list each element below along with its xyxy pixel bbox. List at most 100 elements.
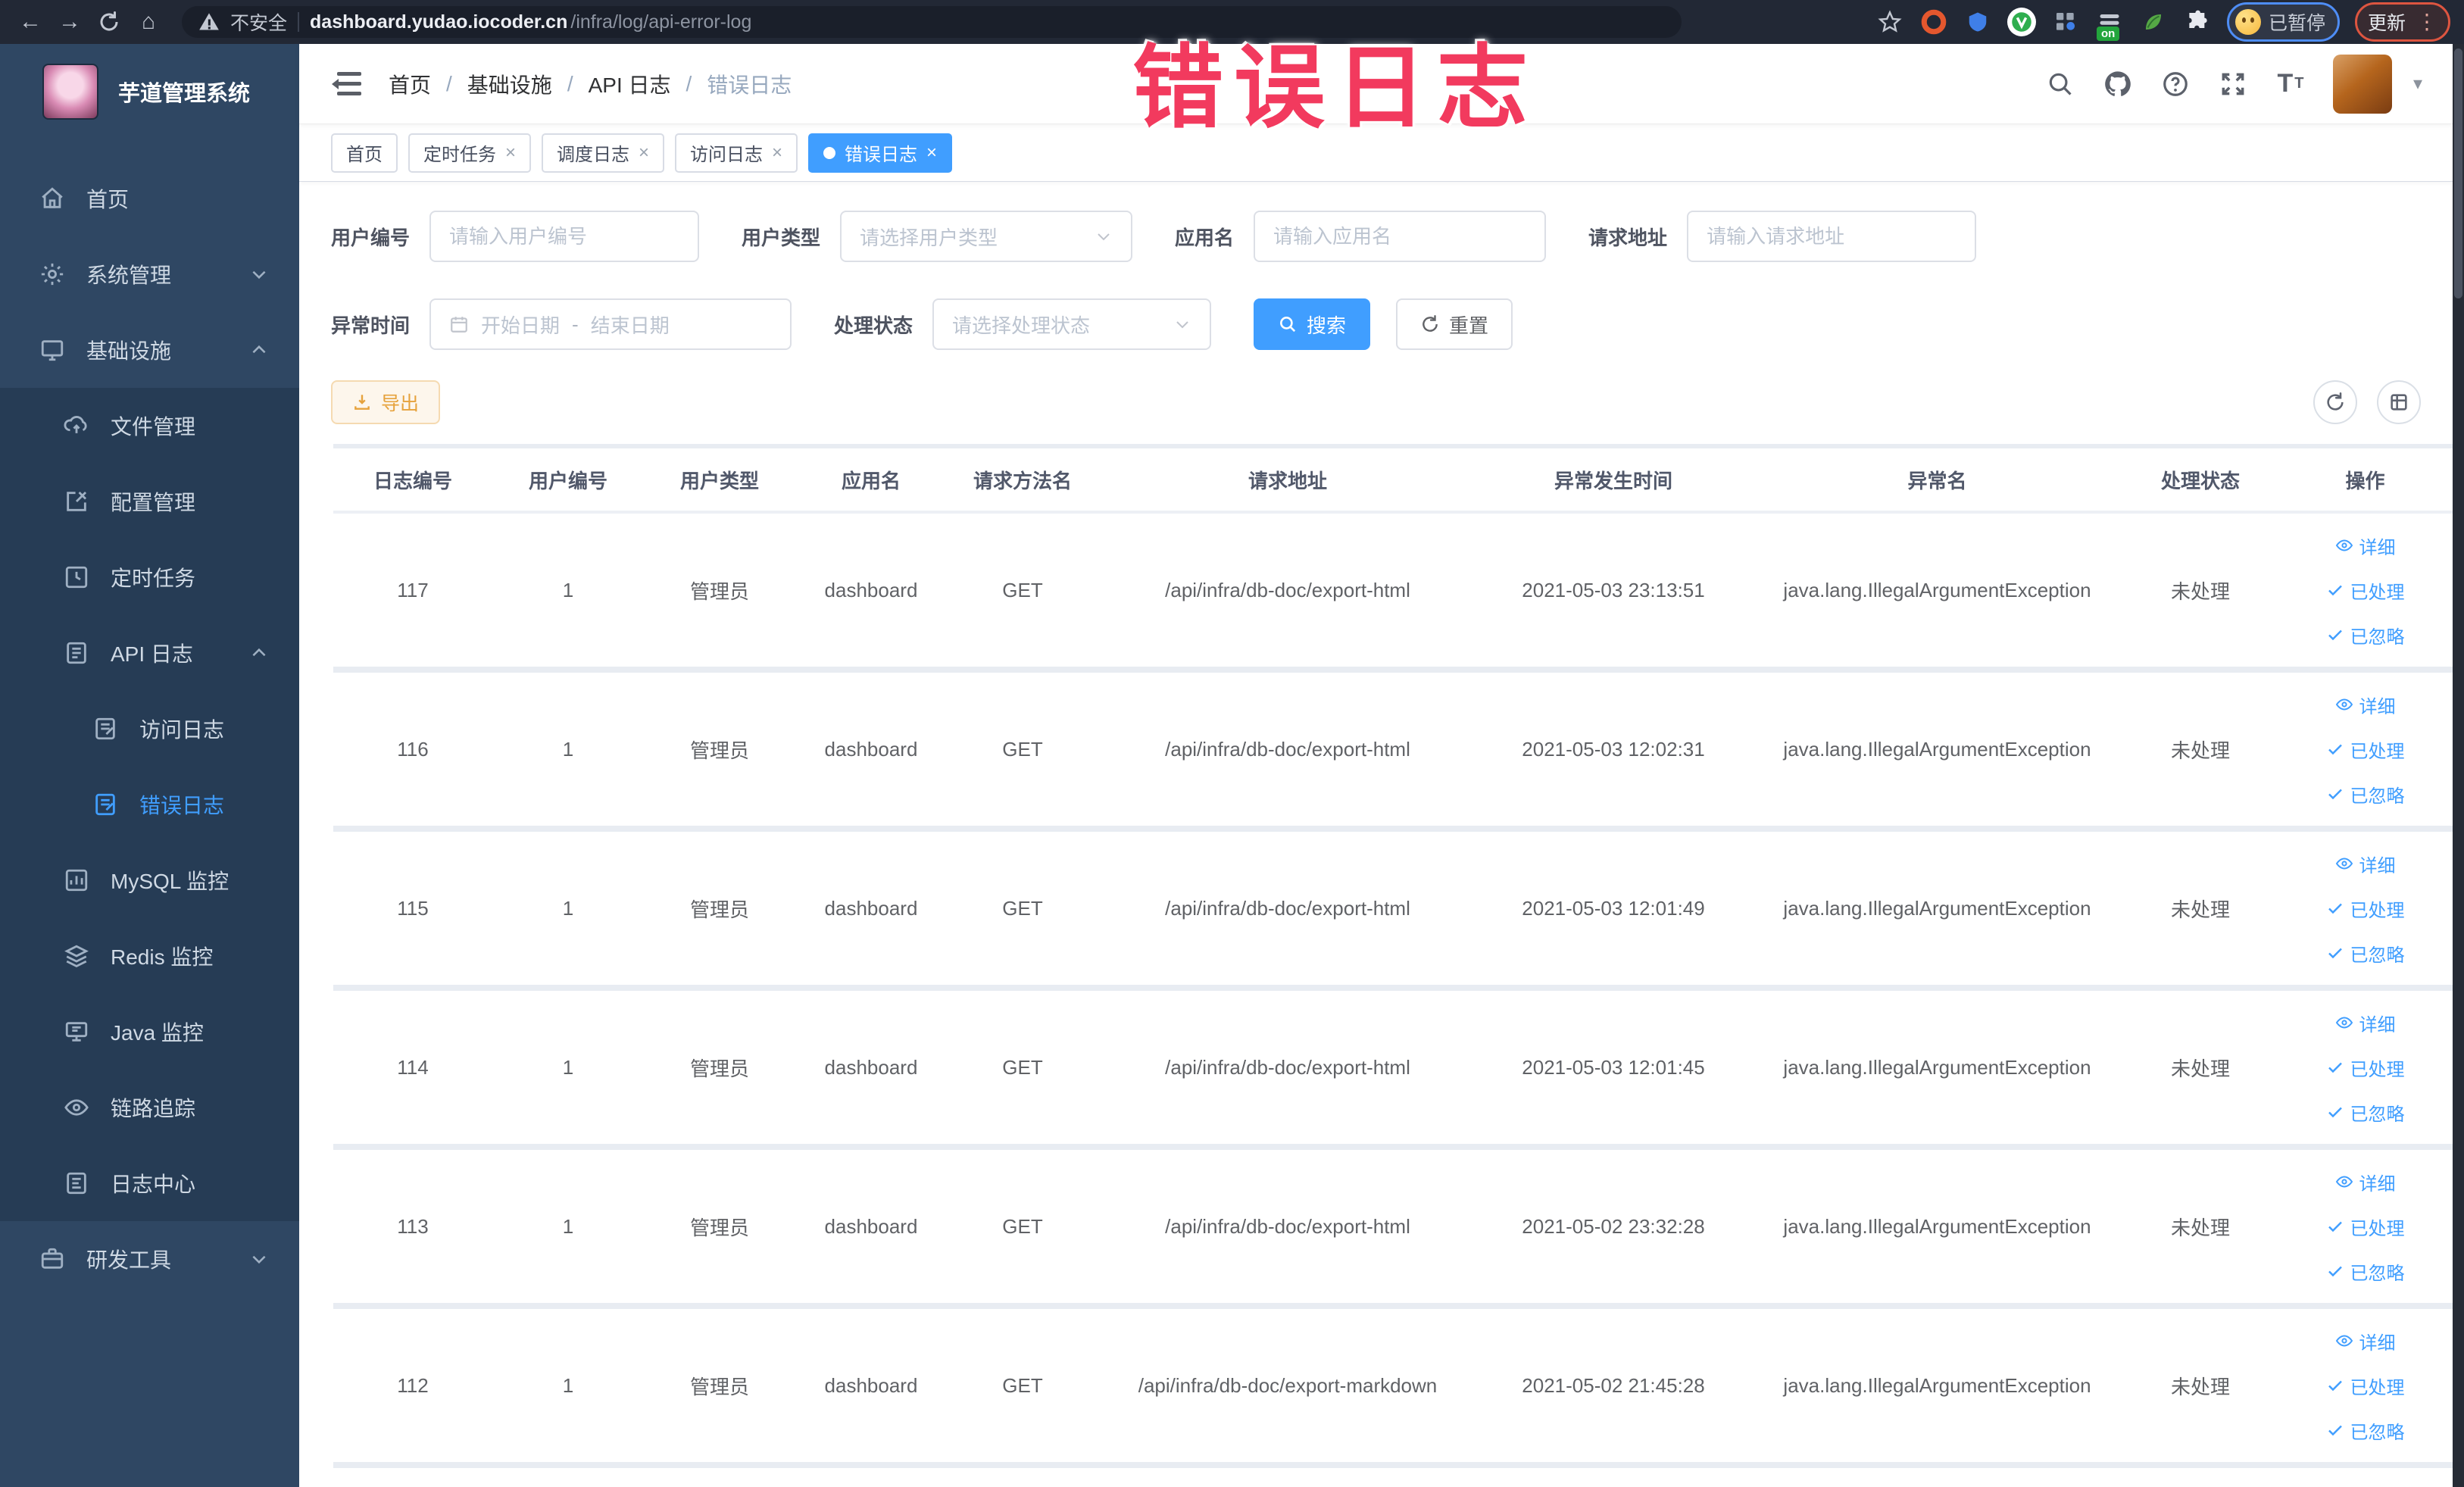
- user-id-input[interactable]: [449, 224, 680, 248]
- browser-update-chip[interactable]: 更新 ⋮: [2354, 2, 2450, 42]
- detail-link[interactable]: 详细: [2335, 1169, 2396, 1195]
- detail-link[interactable]: 详细: [2335, 533, 2396, 559]
- sidebar-item-config[interactable]: 配置管理: [0, 464, 299, 539]
- bookmark-star-icon[interactable]: [1875, 8, 1904, 36]
- logo-row[interactable]: 芋道管理系统: [0, 44, 299, 135]
- mark-ignored-link[interactable]: 已忽略: [2326, 1417, 2405, 1444]
- cell-request-url: /api/infra/db-doc/export-html: [1165, 1214, 1410, 1238]
- mark-processed-link[interactable]: 已处理: [2326, 1373, 2405, 1399]
- detail-link[interactable]: 详细: [2335, 692, 2396, 718]
- sidebar-item-error-log[interactable]: 错误日志: [0, 767, 299, 842]
- detail-link[interactable]: 详细: [2335, 1328, 2396, 1354]
- tag-access-log[interactable]: 访问日志 ×: [675, 133, 798, 173]
- mark-processed-link[interactable]: 已处理: [2326, 1214, 2405, 1240]
- detail-link[interactable]: 详细: [2335, 851, 2396, 877]
- export-button[interactable]: 导出: [331, 380, 441, 424]
- sidebar-menu: 首页 系统管理 基础设施 文件管理 配置管理 定时任务 API 日志 访问日志 …: [0, 161, 299, 1297]
- close-icon[interactable]: ×: [926, 142, 937, 164]
- app-name-input[interactable]: [1273, 224, 1527, 248]
- ext-onoff-icon[interactable]: on: [2095, 8, 2124, 41]
- mark-ignored-link[interactable]: 已忽略: [2326, 781, 2405, 808]
- fullscreen-icon[interactable]: [2218, 69, 2248, 99]
- close-icon[interactable]: ×: [639, 142, 649, 164]
- table-header-cell[interactable]: 用户类型: [644, 448, 795, 511]
- ext-orange-icon[interactable]: [1919, 8, 1948, 36]
- ext-grid-icon[interactable]: [2051, 8, 2080, 36]
- security-label[interactable]: 不安全: [230, 8, 287, 36]
- sidebar-item-java[interactable]: Java 监控: [0, 994, 299, 1070]
- scrollbar-thumb[interactable]: [2454, 48, 2462, 298]
- sidebar-collapse-icon[interactable]: [329, 70, 361, 98]
- detail-link[interactable]: 详细: [2335, 1010, 2396, 1036]
- date-range-picker[interactable]: 开始日期 - 结束日期: [429, 298, 792, 350]
- table-header-cell[interactable]: 用户编号: [492, 448, 644, 511]
- table-header-cell[interactable]: 异常名: [1750, 448, 2125, 511]
- sidebar-item-access-log[interactable]: 访问日志: [0, 691, 299, 767]
- sidebar-item-file[interactable]: 文件管理: [0, 388, 299, 464]
- request-url-input[interactable]: [1707, 224, 1957, 248]
- mark-ignored-link[interactable]: 已忽略: [2326, 622, 2405, 648]
- sidebar-item-infra[interactable]: 基础设施: [0, 312, 299, 388]
- mark-processed-link[interactable]: 已处理: [2326, 736, 2405, 763]
- table-header-cell[interactable]: 操作: [2276, 448, 2453, 511]
- sidebar-item-tracer[interactable]: 链路追踪: [0, 1070, 299, 1145]
- extensions-puzzle-icon[interactable]: [2183, 8, 2212, 36]
- avatar-caret-icon[interactable]: ▾: [2413, 73, 2422, 95]
- close-icon[interactable]: ×: [505, 142, 516, 164]
- user-type-select[interactable]: 请选择用户类型: [840, 211, 1133, 262]
- github-icon[interactable]: [2103, 69, 2133, 99]
- table-header-cell[interactable]: 请求地址: [1098, 448, 1477, 511]
- cell-app-name: dashboard: [824, 1214, 918, 1238]
- page-scrollbar[interactable]: [2453, 44, 2464, 1487]
- sidebar-item-home[interactable]: 首页: [0, 161, 299, 236]
- tag-job-log[interactable]: 调度日志 ×: [542, 133, 665, 173]
- process-status-select[interactable]: 请选择处理状态: [932, 298, 1212, 350]
- reset-button[interactable]: 重置: [1396, 298, 1513, 350]
- tag-job[interactable]: 定时任务 ×: [408, 133, 532, 173]
- sidebar-item-api-log[interactable]: API 日志: [0, 615, 299, 691]
- ext-green-v-icon[interactable]: [2006, 8, 2036, 36]
- sidebar-item-job[interactable]: 定时任务: [0, 539, 299, 615]
- mark-ignored-link[interactable]: 已忽略: [2326, 1258, 2405, 1285]
- cell-user-id: 1: [562, 1214, 574, 1238]
- cell-exception-time: 2021-05-03 12:01:45: [1522, 1055, 1705, 1079]
- breadcrumb-item[interactable]: 基础设施: [467, 69, 552, 99]
- column-settings-button[interactable]: [2377, 380, 2421, 424]
- sidebar-item-redis[interactable]: Redis 监控: [0, 918, 299, 994]
- cell-exception-name: java.lang.IllegalArgumentException: [1783, 1373, 2091, 1397]
- ext-shield-icon[interactable]: [1963, 8, 1992, 36]
- reload-icon[interactable]: [92, 5, 126, 39]
- table-header-cell[interactable]: 请求方法名: [947, 448, 1098, 511]
- table-header-cell[interactable]: 日志编号: [333, 448, 492, 511]
- forward-icon[interactable]: →: [53, 5, 86, 39]
- back-icon[interactable]: ←: [14, 5, 47, 39]
- sidebar-item-system[interactable]: 系统管理: [0, 236, 299, 312]
- table-header-cell[interactable]: 应用名: [795, 448, 947, 511]
- mark-ignored-link[interactable]: 已忽略: [2326, 940, 2405, 967]
- gear-icon: [39, 261, 65, 287]
- home-icon[interactable]: ⌂: [132, 5, 165, 39]
- breadcrumb-item[interactable]: API 日志: [589, 69, 671, 99]
- sidebar-item-mysql[interactable]: MySQL 监控: [0, 842, 299, 918]
- close-icon[interactable]: ×: [772, 142, 782, 164]
- table-header-cell[interactable]: 处理状态: [2125, 448, 2276, 511]
- profile-paused-chip[interactable]: 已暂停: [2226, 2, 2340, 42]
- search-button[interactable]: 搜索: [1254, 298, 1371, 350]
- user-avatar[interactable]: [2332, 54, 2392, 114]
- refresh-table-button[interactable]: [2313, 380, 2357, 424]
- tag-home[interactable]: 首页: [331, 133, 398, 173]
- search-icon[interactable]: [2045, 69, 2075, 99]
- ext-leaf-icon[interactable]: [2139, 8, 2168, 36]
- text-size-icon[interactable]: TT: [2275, 69, 2306, 99]
- mark-processed-link[interactable]: 已处理: [2326, 1054, 2405, 1081]
- help-icon[interactable]: [2160, 69, 2191, 99]
- sidebar-item-dev-tools[interactable]: 研发工具: [0, 1221, 299, 1297]
- table-header-cell[interactable]: 异常发生时间: [1477, 448, 1750, 511]
- mark-processed-link[interactable]: 已处理: [2326, 895, 2405, 922]
- tag-error-log[interactable]: 错误日志 ×: [808, 133, 953, 173]
- browser-menu-kebab-icon[interactable]: ⋮: [2416, 11, 2437, 33]
- sidebar-item-log-center[interactable]: 日志中心: [0, 1145, 299, 1221]
- mark-ignored-link[interactable]: 已忽略: [2326, 1099, 2405, 1126]
- mark-processed-link[interactable]: 已处理: [2326, 577, 2405, 604]
- breadcrumb-item[interactable]: 首页: [389, 69, 431, 99]
